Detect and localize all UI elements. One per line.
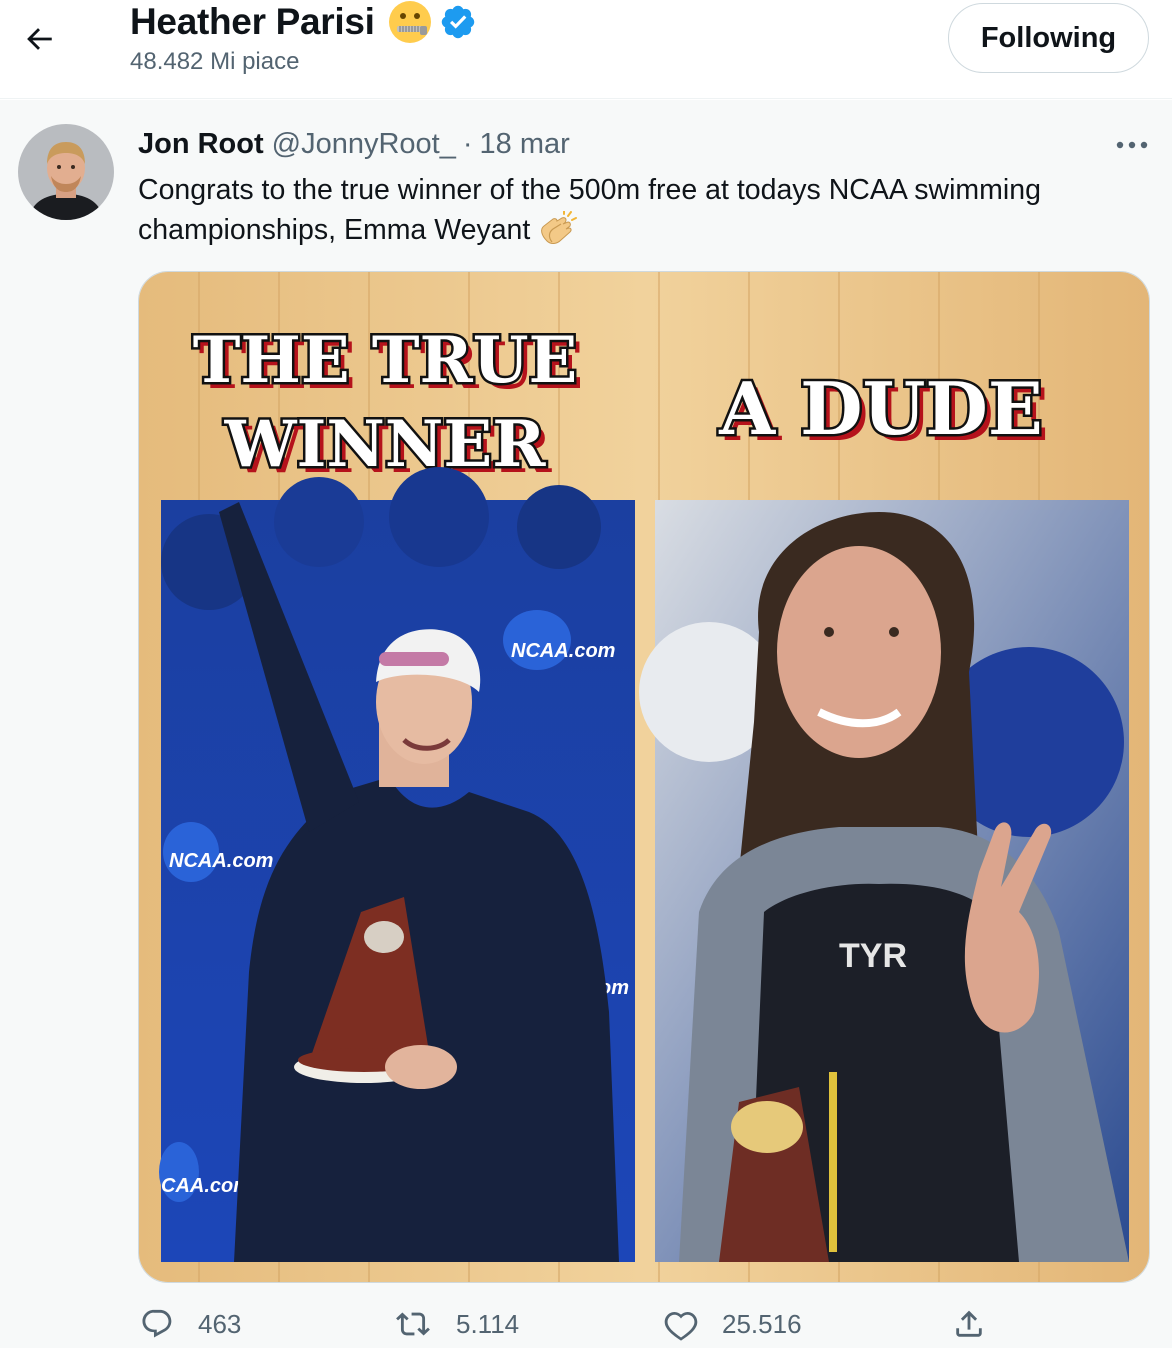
share-icon xyxy=(956,1310,982,1337)
author-handle[interactable]: @JonnyRoot_ xyxy=(272,128,456,161)
right-photo: TYR xyxy=(639,500,1129,1262)
separator-dot: · xyxy=(462,128,473,160)
avatar-image xyxy=(18,124,114,220)
ncaa-label-2: NCAA.com xyxy=(169,850,273,872)
profile-likes-count: 48.482 Mi piace xyxy=(130,48,300,75)
like-button[interactable]: 25.516 xyxy=(664,1300,802,1348)
page-title: Heather Parisi xyxy=(130,1,375,42)
like-count: 25.516 xyxy=(722,1308,802,1339)
tweet-text: Congrats to the true winner of the 500m … xyxy=(138,170,1138,250)
author-avatar[interactable] xyxy=(18,124,114,220)
like-icon xyxy=(664,1311,698,1341)
verified-badge-icon xyxy=(441,5,474,39)
tweet-actions: 463 5.114 25.516 xyxy=(0,1300,1172,1348)
caption-winner: WINNER xyxy=(224,407,547,482)
more-options-button[interactable] xyxy=(1110,132,1154,158)
share-button[interactable] xyxy=(952,1300,986,1348)
retweet-button[interactable]: 5.114 xyxy=(394,1300,519,1348)
caption-true: THE TRUE xyxy=(193,323,578,398)
back-button[interactable] xyxy=(14,14,64,64)
retweet-icon xyxy=(396,1312,430,1336)
top-bar: Heather Parisi 48.482 Mi piace Following xyxy=(0,0,1172,99)
arrow-left-icon xyxy=(27,28,52,50)
left-photo: NCAA.com NCAA.com NC NC om CAA.com xyxy=(159,467,635,1262)
tweet-date[interactable]: 18 mar xyxy=(480,128,570,161)
ncaa-label-1: NCAA.com xyxy=(511,640,615,662)
more-dots-icon xyxy=(1116,141,1148,149)
reply-button[interactable]: 463 xyxy=(140,1300,241,1348)
tweet-media[interactable]: THE TRUE THE TRUE WINNER WINNER A DUDE A… xyxy=(138,271,1150,1283)
ncaa-label-6: CAA.com xyxy=(161,1175,251,1197)
author-name[interactable]: Jon Root xyxy=(138,128,264,161)
tweet-body: Congrats to the true winner of the 500m … xyxy=(138,174,1041,246)
reply-icon xyxy=(142,1309,172,1338)
meme-image: THE TRUE THE TRUE WINNER WINNER A DUDE A… xyxy=(139,272,1149,1282)
clapping-hands-emoji xyxy=(541,211,578,244)
caption-dude: A DUDE xyxy=(718,366,1042,451)
tweet-header: Jon Root @JonnyRoot_ · 18 mar xyxy=(138,128,570,161)
following-button[interactable]: Following xyxy=(948,3,1149,73)
tyr-logo: TYR xyxy=(839,937,907,975)
zipper-mouth-face-emoji xyxy=(388,1,431,43)
profile-header: Heather Parisi 48.482 Mi piace xyxy=(130,0,477,76)
retweet-count: 5.114 xyxy=(456,1308,520,1339)
reply-count: 463 xyxy=(198,1308,242,1339)
